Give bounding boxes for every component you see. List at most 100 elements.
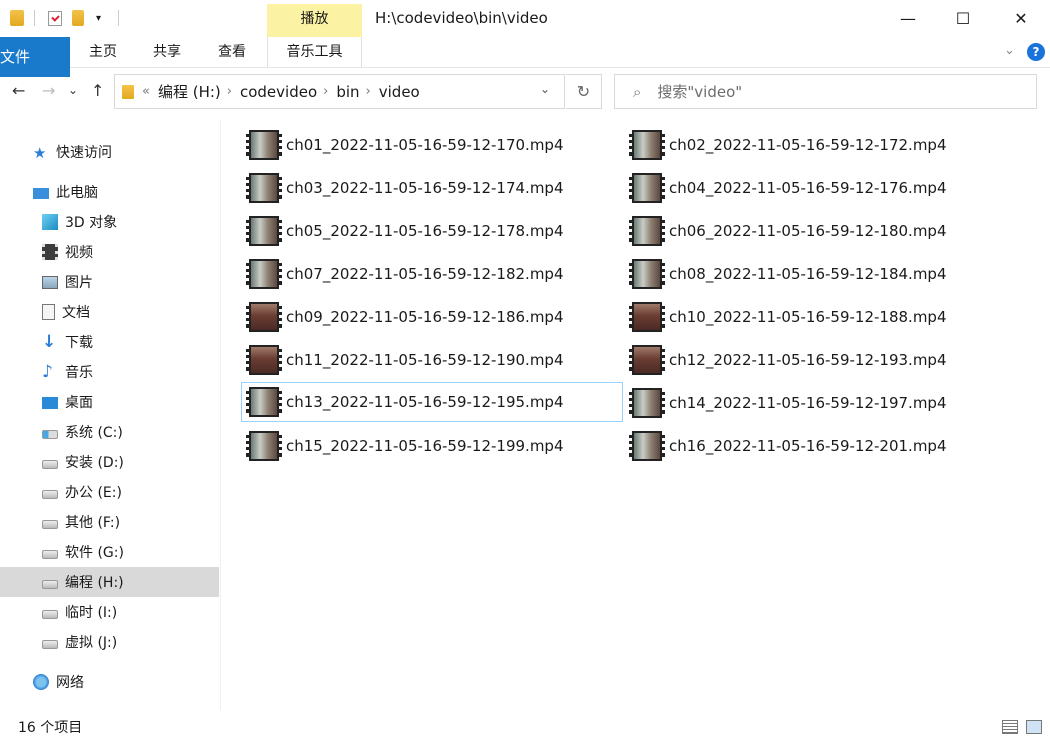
- sidebar-item-label: 安装 (D:): [65, 455, 124, 471]
- list-item[interactable]: ch04_2022-11-05-16-59-12-176.mp4: [629, 168, 947, 208]
- sidebar-item-drive-c[interactable]: 系统 (C:): [0, 417, 219, 447]
- large-icons-view-icon[interactable]: [1026, 720, 1042, 734]
- recent-locations-button[interactable]: ⌄: [68, 83, 78, 97]
- list-item[interactable]: ch10_2022-11-05-16-59-12-188.mp4: [629, 297, 947, 337]
- list-item[interactable]: ch13_2022-11-05-16-59-12-195.mp4: [241, 382, 623, 422]
- sidebar-item-drive-g[interactable]: 软件 (G:): [0, 537, 219, 567]
- sidebar-item-this-pc[interactable]: 此电脑: [0, 177, 219, 207]
- video-thumbnail-icon: [246, 302, 282, 332]
- sidebar-item-pictures[interactable]: 图片: [0, 267, 219, 297]
- sidebar-item-label: 下载: [65, 335, 93, 351]
- cube-icon: [42, 214, 58, 230]
- close-button[interactable]: ✕: [998, 0, 1044, 37]
- sidebar-item-label: 办公 (E:): [65, 485, 122, 501]
- navigation-pane: ★ 快速访问 此电脑 3D 对象 视频 图片 文档 ↓ 下载 ♪ 音乐 桌面 系…: [0, 120, 221, 710]
- computer-icon: [33, 187, 49, 199]
- star-icon: ★: [33, 144, 47, 162]
- sidebar-item-drive-j[interactable]: 虚拟 (J:): [0, 627, 219, 657]
- file-name: ch16_2022-11-05-16-59-12-201.mp4: [669, 437, 947, 455]
- list-item[interactable]: ch11_2022-11-05-16-59-12-190.mp4: [246, 340, 564, 380]
- search-input[interactable]: ⌕ 搜索"video": [614, 74, 1037, 109]
- sidebar-item-downloads[interactable]: ↓ 下载: [0, 327, 219, 357]
- tab-music-tools[interactable]: 音乐工具: [267, 37, 362, 67]
- list-item[interactable]: ch01_2022-11-05-16-59-12-170.mp4: [246, 125, 564, 165]
- list-item[interactable]: ch12_2022-11-05-16-59-12-193.mp4: [629, 340, 947, 380]
- drive-icon: [42, 604, 58, 620]
- breadcrumb-item[interactable]: 编程 (H:): [158, 81, 221, 102]
- new-folder-icon[interactable]: [72, 9, 84, 27]
- back-button[interactable]: ←: [12, 81, 25, 100]
- list-item[interactable]: ch07_2022-11-05-16-59-12-182.mp4: [246, 254, 564, 294]
- divider: [118, 10, 119, 26]
- up-button[interactable]: ↑: [91, 81, 104, 100]
- context-tab-play[interactable]: 播放: [267, 4, 362, 37]
- list-item[interactable]: ch02_2022-11-05-16-59-12-172.mp4: [629, 125, 947, 165]
- minimize-button[interactable]: —: [885, 0, 931, 37]
- search-placeholder: 搜索"video": [657, 83, 743, 101]
- download-arrow-icon: ↓: [42, 332, 57, 352]
- drive-icon: [42, 484, 58, 500]
- address-history-dropdown-icon[interactable]: ⌄: [540, 82, 550, 96]
- list-item[interactable]: ch09_2022-11-05-16-59-12-186.mp4: [246, 297, 564, 337]
- file-name: ch01_2022-11-05-16-59-12-170.mp4: [286, 136, 564, 154]
- customize-quick-access-icon[interactable]: ▾: [96, 9, 101, 27]
- divider: [34, 10, 35, 26]
- drive-icon: [42, 454, 58, 470]
- sidebar-item-drive-e[interactable]: 办公 (E:): [0, 477, 219, 507]
- file-name: ch06_2022-11-05-16-59-12-180.mp4: [669, 222, 947, 240]
- file-name: ch05_2022-11-05-16-59-12-178.mp4: [286, 222, 564, 240]
- list-item[interactable]: ch16_2022-11-05-16-59-12-201.mp4: [629, 426, 947, 466]
- sidebar-item-documents[interactable]: 文档: [0, 297, 219, 327]
- sidebar-item-videos[interactable]: 视频: [0, 237, 219, 267]
- sidebar-item-drive-i[interactable]: 临时 (I:): [0, 597, 219, 627]
- sidebar-item-label: 视频: [65, 245, 93, 261]
- sidebar-item-label: 文档: [62, 305, 90, 321]
- video-thumbnail-icon: [246, 216, 282, 246]
- list-item[interactable]: ch03_2022-11-05-16-59-12-174.mp4: [246, 168, 564, 208]
- status-bar: 16 个项目: [0, 711, 1050, 741]
- help-icon[interactable]: ?: [1027, 43, 1045, 61]
- sidebar-item-drive-f[interactable]: 其他 (F:): [0, 507, 219, 537]
- sidebar-item-drive-d[interactable]: 安装 (D:): [0, 447, 219, 477]
- chevron-right-icon[interactable]: ›: [227, 84, 232, 99]
- breadcrumb-overflow[interactable]: «: [142, 84, 150, 99]
- list-item[interactable]: ch08_2022-11-05-16-59-12-184.mp4: [629, 254, 947, 294]
- drive-icon: [42, 574, 58, 590]
- tab-share[interactable]: 共享: [142, 37, 192, 67]
- sidebar-item-label: 此电脑: [56, 185, 98, 201]
- properties-icon[interactable]: [48, 9, 62, 27]
- sidebar-item-network[interactable]: 网络: [0, 667, 219, 697]
- chevron-right-icon[interactable]: ›: [323, 84, 328, 99]
- sidebar-item-quick-access[interactable]: ★ 快速访问: [0, 137, 219, 167]
- sidebar-item-label: 快速访问: [56, 145, 112, 161]
- sidebar-item-drive-h[interactable]: 编程 (H:): [0, 567, 219, 597]
- video-thumbnail-icon: [246, 173, 282, 203]
- sidebar-item-music[interactable]: ♪ 音乐: [0, 357, 219, 387]
- music-note-icon: ♪: [42, 362, 53, 382]
- list-item[interactable]: ch14_2022-11-05-16-59-12-197.mp4: [629, 383, 947, 423]
- breadcrumb-item[interactable]: video: [379, 83, 420, 101]
- chevron-down-icon[interactable]: ⌄: [1004, 43, 1015, 58]
- tab-home[interactable]: 主页: [78, 37, 128, 67]
- maximize-button[interactable]: ☐: [940, 0, 986, 37]
- sidebar-item-desktop[interactable]: 桌面: [0, 387, 219, 417]
- list-item[interactable]: ch06_2022-11-05-16-59-12-180.mp4: [629, 211, 947, 251]
- address-bar[interactable]: « 编程 (H:) › codevideo › bin › video: [114, 74, 565, 109]
- file-name: ch15_2022-11-05-16-59-12-199.mp4: [286, 437, 564, 455]
- file-list: ch01_2022-11-05-16-59-12-170.mp4 ch02_20…: [222, 120, 1050, 710]
- sidebar-item-label: 虚拟 (J:): [65, 635, 118, 651]
- forward-button[interactable]: →: [42, 81, 55, 100]
- document-icon: [42, 304, 55, 320]
- list-item[interactable]: ch15_2022-11-05-16-59-12-199.mp4: [246, 426, 564, 466]
- sidebar-item-label: 系统 (C:): [65, 425, 123, 441]
- breadcrumb-item[interactable]: codevideo: [240, 83, 317, 101]
- sidebar-item-3d-objects[interactable]: 3D 对象: [0, 207, 219, 237]
- refresh-button[interactable]: ↻: [566, 74, 602, 109]
- list-item[interactable]: ch05_2022-11-05-16-59-12-178.mp4: [246, 211, 564, 251]
- details-view-icon[interactable]: [1002, 720, 1018, 734]
- tab-view[interactable]: 查看: [207, 37, 257, 67]
- chevron-right-icon[interactable]: ›: [366, 84, 371, 99]
- window-title: H:\codevideo\bin\video: [375, 9, 548, 27]
- breadcrumb-item[interactable]: bin: [336, 83, 359, 101]
- desktop-icon: [42, 397, 58, 409]
